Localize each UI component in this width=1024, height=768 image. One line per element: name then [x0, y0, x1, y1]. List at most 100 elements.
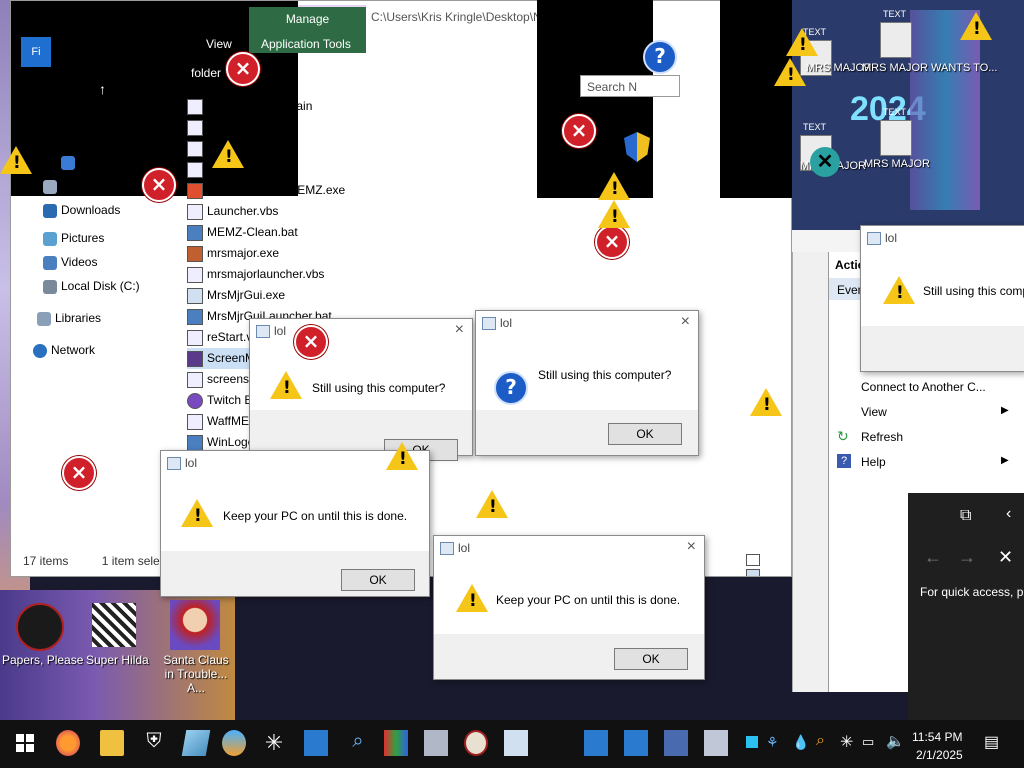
- app-icon[interactable]: [222, 730, 246, 756]
- action-connect[interactable]: Connect to Another C...: [861, 380, 986, 394]
- close-icon[interactable]: ×: [455, 321, 464, 339]
- app-icon[interactable]: [704, 730, 728, 756]
- tab-manage[interactable]: Manage: [249, 7, 366, 31]
- file-item[interactable]: Launcher.vbs: [187, 201, 278, 222]
- papers-please-icon[interactable]: [16, 603, 64, 651]
- app-icon[interactable]: [424, 730, 448, 756]
- error-icon: ×: [562, 114, 596, 148]
- view-toggle-icon[interactable]: [746, 554, 776, 576]
- app-icon[interactable]: [664, 730, 688, 756]
- volume-icon[interactable]: 🔈: [886, 732, 905, 750]
- action-view[interactable]: View: [861, 405, 887, 419]
- clock-date[interactable]: 2/1/2025: [916, 748, 963, 762]
- forward-arrow-icon[interactable]: →: [958, 547, 976, 568]
- error-icon: ×: [595, 225, 629, 259]
- dialog-keep-pc-on: lol Keep your PC on until this is done. …: [160, 450, 430, 597]
- close-icon[interactable]: ×: [681, 313, 690, 331]
- sparkle-icon[interactable]: ✳: [262, 730, 286, 756]
- quick-access-text: For quick access, pl: [920, 585, 1024, 599]
- close-icon[interactable]: ✕: [998, 547, 1013, 568]
- app-icon[interactable]: [384, 730, 408, 756]
- windows-start-icon[interactable]: [14, 730, 38, 756]
- file-item[interactable]: mrsmajorlauncher.vbs: [187, 264, 324, 285]
- desktop-icon-label[interactable]: Super Hilda: [86, 653, 149, 667]
- file-item[interactable]: CPUUsage.vbs: [187, 117, 289, 138]
- nav-item-libraries[interactable]: Libraries: [37, 311, 101, 326]
- app-icon[interactable]: [464, 730, 488, 756]
- app-window-icon[interactable]: [304, 730, 328, 756]
- santa-claus-icon[interactable]: [170, 600, 220, 650]
- nav-item-downloads[interactable]: Downloads: [43, 203, 120, 218]
- nav-item-documents[interactable]: Documents: [43, 179, 122, 194]
- dialog-title: lol: [274, 324, 287, 338]
- ok-button[interactable]: OK: [341, 569, 415, 591]
- nav-item-videos[interactable]: Videos: [43, 255, 97, 270]
- window-icon: [867, 232, 881, 245]
- tab-view[interactable]: View: [206, 37, 232, 51]
- desktop-icon-label[interactable]: Santa Claus in Trouble... A...: [158, 653, 234, 695]
- ok-button[interactable]: OK: [614, 648, 688, 670]
- app-window-icon[interactable]: [624, 730, 648, 756]
- dialog-title: lol: [458, 541, 471, 555]
- file-item[interactable]: Endermanch@MEMZ.exe: [187, 180, 345, 201]
- droplet-icon[interactable]: 💧: [792, 734, 809, 751]
- tray-icon[interactable]: ⚘: [766, 734, 779, 751]
- question-icon: ?: [494, 371, 528, 405]
- warning-icon: [750, 388, 782, 416]
- action-refresh[interactable]: Refresh: [861, 430, 903, 444]
- file-item[interactable]: screensc: [187, 369, 255, 390]
- text-file-icon[interactable]: TEXT: [880, 9, 912, 58]
- shield-icon[interactable]: ⛨: [142, 730, 166, 756]
- warning-icon: [786, 28, 818, 56]
- clock-time[interactable]: 11:54 PM: [912, 730, 962, 744]
- back-arrow-icon[interactable]: ←: [924, 547, 942, 568]
- clipboard-icon[interactable]: ⧉: [960, 507, 971, 525]
- help-icon: ?: [837, 454, 851, 468]
- warning-icon: [212, 140, 244, 168]
- exe-icon: [187, 182, 203, 199]
- network-icon[interactable]: ▭: [862, 734, 874, 750]
- file-item[interactable]: Twitch B: [187, 390, 252, 411]
- nav-item-network[interactable]: Network: [33, 343, 95, 358]
- nav-item-local-disk[interactable]: Local Disk (C:): [43, 279, 140, 294]
- app-window-icon[interactable]: [584, 730, 608, 756]
- ok-button[interactable]: OK: [608, 423, 682, 445]
- file-item[interactable]: MEMZ-Clean.bat: [187, 222, 298, 243]
- firefox-icon[interactable]: [56, 730, 80, 756]
- sparkle-icon[interactable]: ✳: [840, 732, 853, 752]
- search-icon[interactable]: ⌕: [346, 730, 370, 756]
- nav-item-this-pc[interactable]: This PC: [49, 131, 92, 145]
- taskbar: ⛨ ✳ ⌕ ⚘ 💧 ⌕ ✳ ▭ 🔈 ▤: [0, 720, 1024, 768]
- tab-file[interactable]: Fi: [21, 37, 51, 67]
- file-item[interactable]: mrsmajor.exe: [187, 243, 279, 264]
- address-bar[interactable]: C:\Users\Kris Kringle\Desktop\N: [371, 7, 551, 27]
- refresh-icon: ↻: [837, 428, 849, 444]
- notification-icon[interactable]: ▤: [984, 732, 999, 752]
- nav-item-desktop[interactable]: Desktop: [61, 155, 123, 170]
- dialog-message: Still using this computer?: [923, 284, 1024, 298]
- app-icon[interactable]: [504, 730, 528, 756]
- app-icon[interactable]: [181, 730, 211, 756]
- file-item[interactable]: MrsMjrGui.exe: [187, 285, 285, 306]
- script-icon: [187, 119, 203, 136]
- tray-icon[interactable]: [746, 736, 758, 748]
- close-icon[interactable]: ×: [687, 538, 696, 556]
- window-icon: [440, 542, 454, 555]
- up-arrow-icon[interactable]: ↑: [99, 81, 106, 97]
- error-icon: ×: [142, 168, 176, 202]
- file-item[interactable]: TwitchBooster-main: [187, 96, 312, 117]
- action-help[interactable]: Help: [861, 455, 886, 469]
- chevron-left-icon[interactable]: ‹: [1006, 505, 1011, 523]
- window-icon: [482, 317, 496, 330]
- dialog-message: Keep your PC on until this is done.: [496, 593, 681, 607]
- nav-item-pictures[interactable]: Pictures: [43, 231, 104, 246]
- drive-icon: [43, 279, 57, 294]
- desktop-icon-label[interactable]: Papers, Please: [2, 653, 83, 667]
- super-hilda-icon[interactable]: [92, 603, 136, 647]
- warning-icon: [883, 276, 915, 304]
- tab-application-tools[interactable]: Application Tools: [261, 37, 351, 51]
- search-icon[interactable]: ⌕: [816, 732, 825, 750]
- text-file-icon[interactable]: TEXT: [880, 107, 912, 156]
- file-explorer-icon[interactable]: [100, 730, 124, 756]
- search-input[interactable]: Search N: [580, 75, 680, 97]
